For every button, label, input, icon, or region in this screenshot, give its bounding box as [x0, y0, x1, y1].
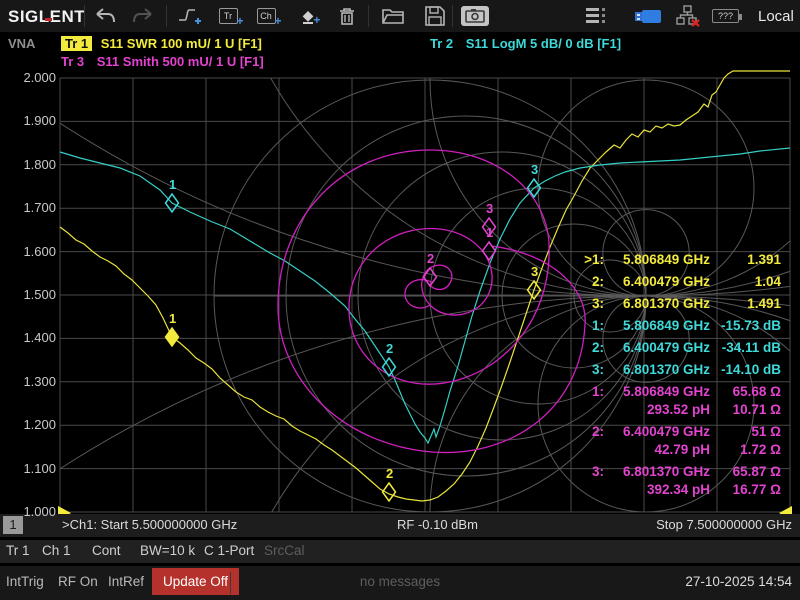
y-axis-label: 1.400 [23, 330, 56, 346]
marker-readout-row: 2: 6.400479 GHz 1.04 [560, 274, 792, 290]
marker-readout-value: 1.72 Ω [740, 442, 781, 457]
marker-readout-label: >1: [584, 252, 604, 267]
y-axis-label: 1.100 [23, 460, 56, 476]
marker-readout-row: 2: 6.400479 GHz 51 Ω [560, 424, 792, 440]
marker-readout-row: 3: 6.801370 GHz 65.87 Ω [560, 464, 792, 480]
marker-readout-value: 1.391 [747, 252, 781, 267]
y-axis-label: 1.900 [23, 113, 56, 129]
marker-readout-label: 2: [591, 424, 604, 439]
marker-readout-label: 1: [591, 384, 604, 399]
y-axis-label: 1.800 [23, 156, 56, 172]
start-frequency-field[interactable]: >Ch1: Start 5.500000000 GHz [62, 517, 237, 532]
marker-tr2-1[interactable]: 1 [164, 177, 180, 214]
marker-readout-label: 2: [591, 340, 604, 355]
y-axis-label: 1.700 [23, 200, 56, 216]
marker-label: 3 [531, 162, 538, 177]
marker-readout-value: 1.04 [754, 274, 781, 289]
marker-tr1-2[interactable]: 2 [381, 466, 397, 503]
marker-readout-value: 1.491 [747, 296, 781, 311]
marker-readout-row: 392.34 pH 16.77 Ω [560, 482, 792, 498]
marker-readout-row: 42.79 pH 1.72 Ω [560, 442, 792, 458]
marker-tr1-3[interactable]: 3 [526, 264, 542, 301]
marker-readout-label [560, 442, 604, 458]
y-axis-label: 1.000 [23, 504, 56, 519]
marker-readout-label [560, 402, 604, 418]
marker-readout-freq: 5.806849 GHz [622, 252, 710, 267]
marker-readout-row: 3: 6.801370 GHz -14.10 dB [560, 362, 792, 378]
marker-readout-freq: 6.801370 GHz [622, 296, 710, 311]
y-axis-label: 1.500 [23, 287, 56, 302]
marker-readout-label: 1: [591, 318, 604, 333]
marker-readout-value: 51 Ω [751, 424, 781, 439]
marker-readout-freq: 6.400479 GHz [622, 274, 710, 289]
y-axis-label: 1.200 [23, 417, 56, 433]
marker-readout-value: 10.71 Ω [732, 402, 781, 417]
marker-tr2-2[interactable]: 2 [381, 341, 397, 378]
marker-readout-row: 293.52 pH 10.71 Ω [560, 402, 792, 418]
marker-readout-label [560, 482, 604, 498]
marker-readout-row: >1: 5.806849 GHz 1.391 [560, 252, 792, 268]
marker-readout-value: -14.10 dB [720, 362, 781, 377]
marker-readout-value: 65.68 Ω [732, 384, 781, 399]
marker-readout-row: 1: 5.806849 GHz 65.68 Ω [560, 384, 792, 400]
channel-bar: 1 >Ch1: Start 5.500000000 GHz RF -0.10 d… [0, 514, 800, 537]
marker-readout-freq: 6.801370 GHz [622, 464, 710, 479]
marker-readout-freq: 6.801370 GHz [622, 362, 710, 377]
marker-readout-freq: 6.400479 GHz [622, 340, 710, 355]
marker-readout-freq: 293.52 pH [646, 402, 710, 417]
marker-readout-freq: 5.806849 GHz [622, 384, 710, 399]
y-axis-label: 1.600 [23, 243, 56, 259]
marker-readout-row: 2: 6.400479 GHz -34.11 dB [560, 340, 792, 356]
marker-readout-row: 3: 6.801370 GHz 1.491 [560, 296, 792, 312]
marker-label: 1 [169, 177, 176, 192]
marker-readout-value: -34.11 dB [721, 340, 781, 355]
stop-frequency-field[interactable]: Stop 7.500000000 GHz [656, 517, 792, 532]
y-axis-label: 2.000 [23, 70, 56, 85]
marker-readout-freq: 6.400479 GHz [622, 424, 710, 439]
marker-readout-value: 65.87 Ω [732, 464, 781, 479]
marker-readout-label: 3: [591, 362, 604, 377]
marker-label: 2 [386, 466, 393, 481]
marker-readout-freq: 42.79 pH [654, 442, 710, 457]
marker-readout-freq: 5.806849 GHz [622, 318, 710, 333]
vna-screen: SIGLENT Tr + Ch + ◆ + ??? Local VNA Tr 1… [0, 0, 800, 600]
marker-readout-label: 3: [591, 464, 604, 479]
marker-readout-row: 1: 5.806849 GHz -15.73 dB [560, 318, 792, 334]
marker-readout-freq: 392.34 pH [646, 482, 710, 497]
marker-readout-label: 3: [591, 296, 604, 311]
marker-readout-value: -15.73 dB [720, 318, 781, 333]
rf-power-field[interactable]: RF -0.10 dBm [397, 517, 478, 532]
y-axis-label: 1.300 [23, 373, 56, 389]
marker-readout-value: 16.77 Ω [732, 482, 781, 497]
marker-label: 2 [427, 251, 434, 266]
marker-label: 1 [169, 311, 176, 326]
marker-label: 3 [486, 201, 493, 216]
marker-readout-label: 2: [591, 274, 604, 289]
marker-label: 3 [531, 264, 538, 279]
marker-label: 2 [386, 341, 393, 356]
